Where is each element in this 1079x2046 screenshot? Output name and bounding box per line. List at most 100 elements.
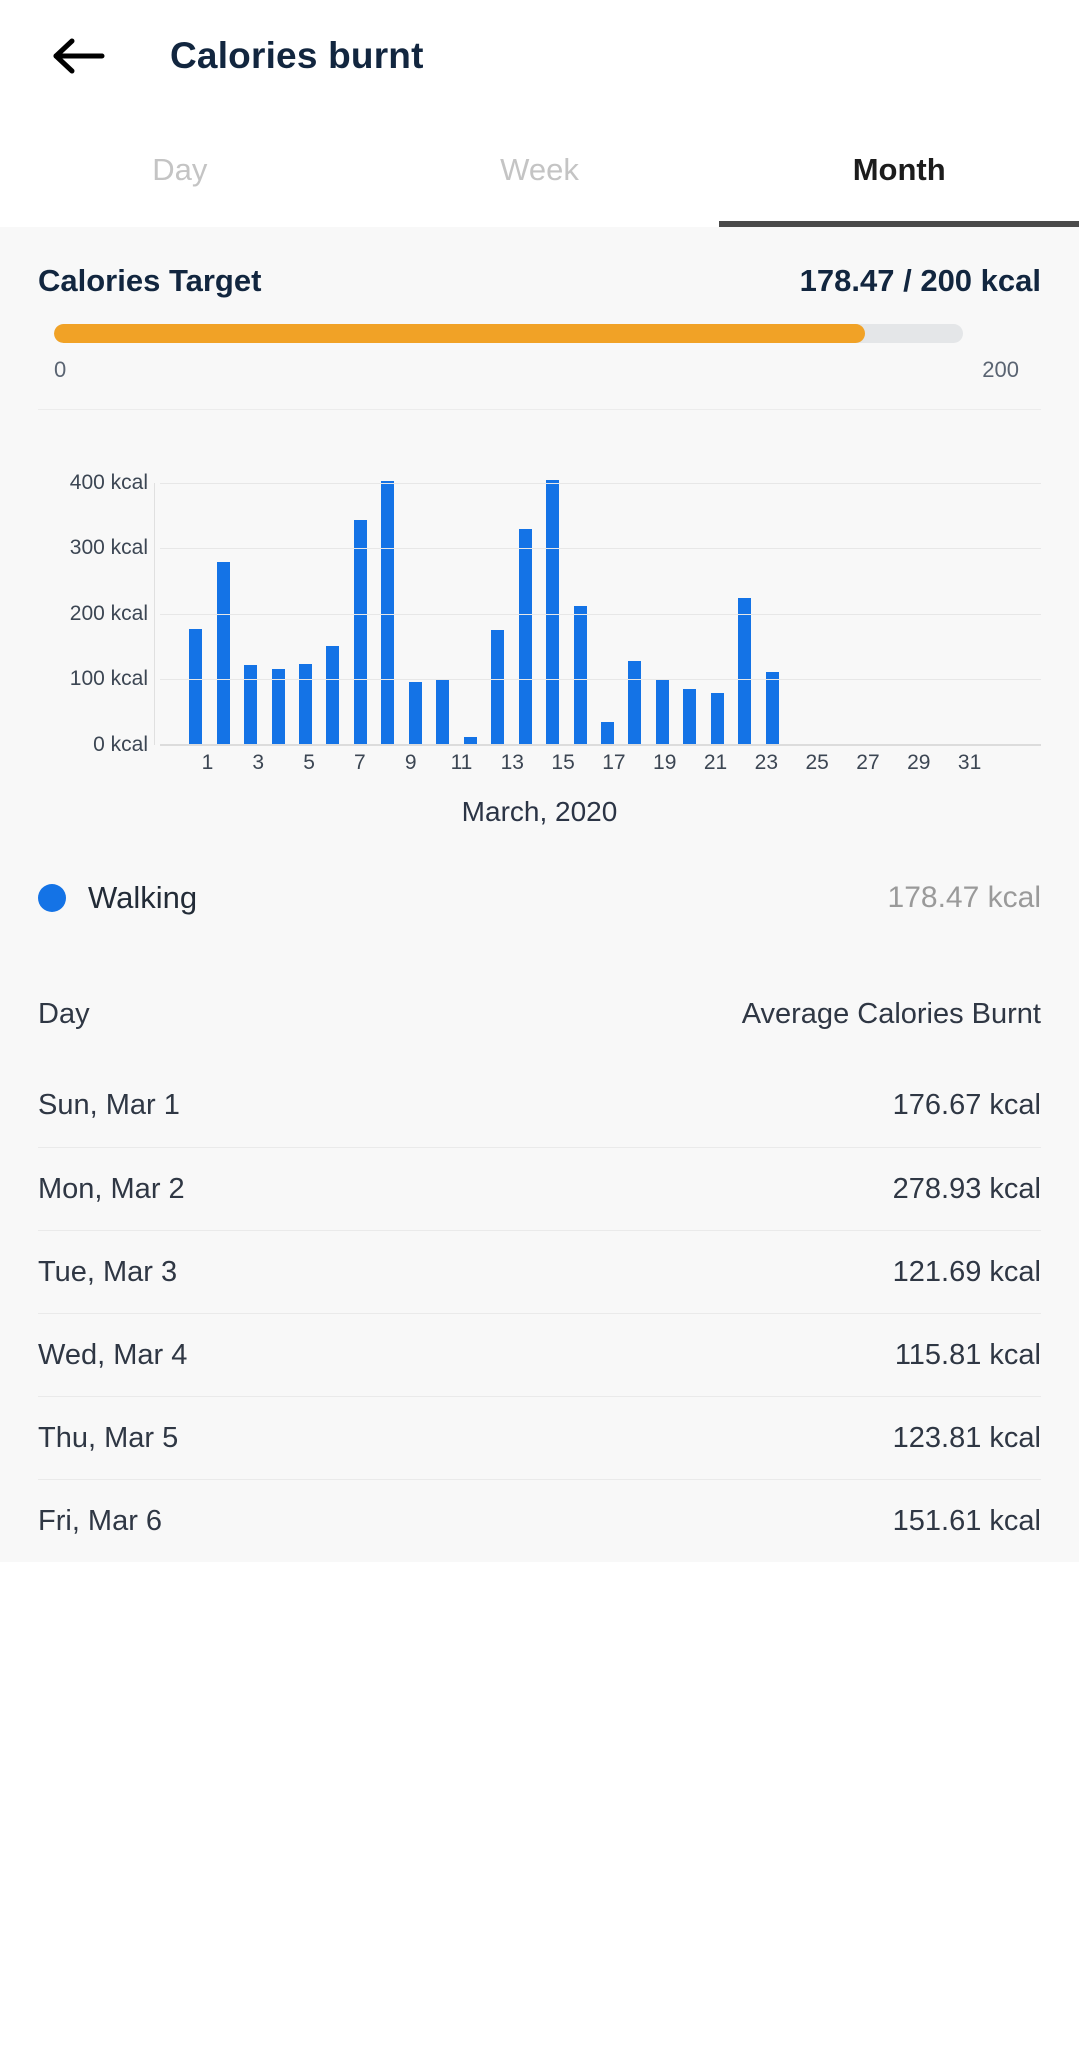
back-button[interactable] bbox=[48, 25, 110, 87]
chart-bar[interactable] bbox=[326, 645, 340, 745]
chart-bar-slot[interactable] bbox=[402, 450, 429, 745]
daily-breakdown-table: Day Average Calories Burnt Sun, Mar 1 176… bbox=[38, 964, 1041, 1562]
chart-bar[interactable] bbox=[546, 480, 560, 745]
chart-bar[interactable] bbox=[216, 562, 230, 745]
table-cell-value: 123.81 kcal bbox=[892, 1421, 1041, 1454]
table-row[interactable]: Wed, Mar 4 115.81 kcal bbox=[38, 1313, 1041, 1396]
chart-bar[interactable] bbox=[628, 661, 642, 745]
content-scroll-area[interactable]: Calories Target 178.47 / 200 kcal 0 200 … bbox=[0, 227, 1079, 1562]
table-cell-day: Thu, Mar 5 bbox=[38, 1421, 179, 1454]
chart-y-axis-label: 0 kcal bbox=[93, 733, 148, 756]
chart-bar-slot[interactable] bbox=[704, 450, 731, 745]
chart-bar[interactable] bbox=[271, 669, 285, 745]
chart-bar[interactable] bbox=[408, 682, 422, 745]
chart-bar-slot[interactable] bbox=[1006, 450, 1033, 745]
chart-x-tick-label: 9 bbox=[404, 751, 417, 774]
app-bar: Calories burnt bbox=[0, 0, 1079, 112]
chart-bar-slot[interactable] bbox=[182, 450, 209, 745]
tab-day-label: Day bbox=[152, 151, 208, 187]
chart-bar-slot[interactable] bbox=[539, 450, 566, 745]
chart-x-tick-label: 11 bbox=[450, 751, 473, 774]
table-cell-value: 176.67 kcal bbox=[892, 1089, 1041, 1121]
chart-bar-slot[interactable] bbox=[676, 450, 703, 745]
calories-chart-block: 0 kcal 100 kcal 200 kcal 300 kcal 400 kcal 1… bbox=[0, 410, 1079, 828]
chart-bar-slot[interactable] bbox=[759, 450, 786, 745]
chart-x-tick-label: 31 bbox=[957, 751, 982, 774]
legend-entry-walking: Walking bbox=[38, 880, 197, 916]
table-row[interactable]: Fri, Mar 6 151.61 kcal bbox=[38, 1479, 1041, 1562]
chart-bar-slot[interactable] bbox=[951, 450, 978, 745]
chart-bar[interactable] bbox=[683, 689, 697, 745]
chart-bar[interactable] bbox=[518, 529, 532, 745]
tab-week[interactable]: Week bbox=[360, 112, 720, 227]
chart-bar-slot[interactable] bbox=[566, 450, 593, 745]
chart-bar[interactable] bbox=[436, 680, 450, 745]
table-row[interactable]: Tue, Mar 3 121.69 kcal bbox=[38, 1230, 1041, 1313]
chart-bar-slot[interactable] bbox=[649, 450, 676, 745]
chart-x-tick-label: 19 bbox=[653, 751, 677, 774]
chart-bar-slot[interactable] bbox=[347, 450, 374, 745]
calories-progress-bar bbox=[54, 324, 963, 343]
chart-bar-slot[interactable] bbox=[841, 450, 868, 745]
chart-x-tick-label: 1 bbox=[201, 751, 214, 774]
chart-x-tick-label: 21 bbox=[703, 751, 728, 774]
chart-bar[interactable] bbox=[710, 692, 724, 745]
chart-legend: Walking 178.47 kcal bbox=[38, 880, 1041, 916]
chart-bar-slot[interactable] bbox=[429, 450, 456, 745]
legend-label: Walking bbox=[88, 880, 198, 915]
chart-bar-slot[interactable] bbox=[731, 450, 758, 745]
chart-x-tick-label: 29 bbox=[907, 751, 931, 774]
chart-x-tick-label: 13 bbox=[500, 751, 524, 774]
table-row[interactable]: Thu, Mar 5 123.81 kcal bbox=[38, 1396, 1041, 1479]
chart-x-tick-label: 7 bbox=[354, 751, 366, 774]
chart-caption: March, 2020 bbox=[461, 796, 618, 827]
chart-bars bbox=[182, 450, 1033, 745]
chart-bar[interactable] bbox=[491, 630, 505, 745]
table-row[interactable]: Sun, Mar 1 176.67 kcal bbox=[38, 1064, 1041, 1147]
chart-bar-slot[interactable] bbox=[923, 450, 950, 745]
chart-bar-slot[interactable] bbox=[292, 450, 319, 745]
chart-bar-slot[interactable] bbox=[319, 450, 346, 745]
chart-x-axis-ticks: 1 3 5 7 9 11 13 15 17 19 21 23 25 27 29 31 bbox=[182, 746, 995, 780]
chart-bar-slot[interactable] bbox=[264, 450, 291, 745]
table-cell-value: 278.93 kcal bbox=[892, 1172, 1041, 1205]
chart-bar[interactable] bbox=[299, 663, 313, 745]
chart-bar-slot[interactable] bbox=[594, 450, 621, 745]
chart-bar-slot[interactable] bbox=[237, 450, 264, 745]
chart-bar[interactable] bbox=[353, 519, 367, 745]
chart-bar-slot[interactable] bbox=[457, 450, 484, 745]
chart-bar[interactable] bbox=[244, 665, 258, 745]
table-row[interactable]: Mon, Mar 2 278.93 kcal bbox=[38, 1147, 1041, 1230]
arrow-left-icon bbox=[52, 36, 106, 76]
tab-day[interactable]: Day bbox=[0, 112, 360, 227]
chart-bar[interactable] bbox=[189, 629, 203, 745]
chart-x-tick-label: 5 bbox=[303, 751, 315, 774]
table-cell-day: Sun, Mar 1 bbox=[38, 1089, 180, 1121]
chart-bar[interactable] bbox=[601, 722, 615, 745]
chart-bar-slot[interactable] bbox=[813, 450, 840, 745]
chart-x-tick-label: 3 bbox=[252, 751, 265, 774]
tab-month[interactable]: Month bbox=[719, 112, 1079, 227]
chart-bar-slot[interactable] bbox=[374, 450, 401, 745]
table-cell-value: 121.69 kcal bbox=[892, 1255, 1041, 1288]
chart-bar[interactable] bbox=[655, 678, 669, 745]
calories-bar-chart: 0 kcal 100 kcal 200 kcal 300 kcal 400 kcal 1… bbox=[38, 450, 1041, 780]
chart-bar[interactable] bbox=[765, 672, 779, 745]
progress-scale-min: 0 bbox=[54, 357, 67, 382]
calories-target-label: Calories Target bbox=[38, 263, 262, 298]
chart-x-tick-label: 15 bbox=[551, 751, 575, 774]
page-title: Calories burnt bbox=[170, 35, 424, 76]
chart-bar-slot[interactable] bbox=[484, 450, 511, 745]
tab-week-label: Week bbox=[500, 151, 579, 187]
chart-bar-slot[interactable] bbox=[786, 450, 813, 745]
chart-bar-slot[interactable] bbox=[868, 450, 895, 745]
chart-bar[interactable] bbox=[573, 606, 587, 745]
chart-bar-slot[interactable] bbox=[896, 450, 923, 745]
chart-bar-slot[interactable] bbox=[978, 450, 1005, 745]
chart-bar-slot[interactable] bbox=[209, 450, 236, 745]
table-header-average: Average Calories Burnt bbox=[741, 997, 1041, 1030]
chart-bar-slot[interactable] bbox=[511, 450, 538, 745]
chart-bar-slot[interactable] bbox=[621, 450, 648, 745]
chart-y-axis-label: 200 kcal bbox=[69, 601, 148, 625]
chart-bar[interactable] bbox=[738, 598, 752, 745]
